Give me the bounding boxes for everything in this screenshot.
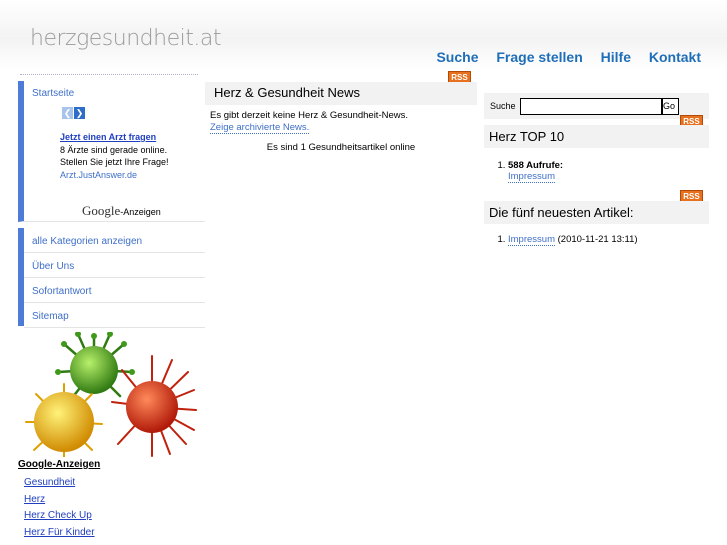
ad-title-link[interactable]: Jetzt einen Arzt fragen bbox=[60, 132, 156, 142]
no-news-text: Es gibt derzeit keine Herz & Gesundheit-… bbox=[210, 110, 409, 121]
chevron-left-icon[interactable]: ❮ bbox=[62, 107, 73, 119]
news-body: Es gibt derzeit keine Herz & Gesundheit-… bbox=[205, 110, 477, 134]
newest-section: Die fünf neuesten Artikel: Impressum (20… bbox=[484, 201, 709, 246]
nav-suche[interactable]: Suche bbox=[436, 49, 478, 65]
list-item: 588 Aufrufe: Impressum bbox=[508, 160, 709, 183]
sidebar-item-sofortantwort[interactable]: Sofortantwort bbox=[24, 278, 205, 303]
site-header: herzgesundheit.at Suche Frage stellen Hi… bbox=[0, 0, 727, 70]
nav-frage-stellen[interactable]: Frage stellen bbox=[496, 49, 582, 65]
chevron-right-icon[interactable]: ❯ bbox=[74, 107, 85, 119]
sidebar-item-sitemap[interactable]: Sitemap bbox=[24, 303, 205, 328]
google-logo: Google bbox=[82, 203, 121, 218]
newest-list: Impressum (2010-11-21 13:11) bbox=[484, 234, 709, 246]
sidebar-item-label[interactable]: Über Uns bbox=[24, 261, 74, 272]
nav-hilfe[interactable]: Hilfe bbox=[601, 49, 631, 65]
article-date: (2010-11-21 13:11) bbox=[557, 234, 638, 245]
ad-pager: ❮ ❯ bbox=[62, 107, 85, 125]
virus-illustration bbox=[25, 332, 197, 457]
ad-link-herz-check-up[interactable]: Herz Check Up bbox=[24, 508, 100, 525]
top10-title: Herz TOP 10 bbox=[484, 125, 709, 148]
nav-kontakt[interactable]: Kontakt bbox=[649, 49, 701, 65]
top10-list: 588 Aufrufe: Impressum bbox=[484, 160, 709, 183]
sidebar-item-kategorien[interactable]: alle Kategorien anzeigen bbox=[24, 228, 205, 253]
sidebar-menu: alle Kategorien anzeigen Über Uns Sofort… bbox=[18, 228, 205, 328]
sidebar-item-label[interactable]: alle Kategorien anzeigen bbox=[24, 236, 142, 247]
ad-link-herz-fuer-kinder[interactable]: Herz Für Kinder bbox=[24, 525, 100, 542]
divider bbox=[20, 74, 198, 75]
news-section: Herz & Gesundheit News Es gibt derzeit k… bbox=[205, 82, 477, 153]
search-input[interactable] bbox=[520, 98, 662, 115]
ad-link-herz[interactable]: Herz bbox=[24, 492, 100, 509]
top10-section: Herz TOP 10 588 Aufrufe: Impressum bbox=[484, 125, 709, 183]
article-count: Es sind 1 Gesundheitsartikel online bbox=[266, 142, 416, 153]
google-ads-heading[interactable]: Google-Anzeigen bbox=[18, 459, 100, 470]
google-ads-label[interactable]: Google-Anzeigen bbox=[82, 203, 161, 219]
sidebar-ad-block: Startseite ❮ ❯ Jetzt einen Arzt fragen 8 … bbox=[18, 81, 205, 222]
search-box: Suche Go bbox=[484, 93, 709, 119]
sidebar-item-ueber-uns[interactable]: Über Uns bbox=[24, 253, 205, 278]
yellow-virus bbox=[25, 383, 103, 457]
sidebar-ad: Jetzt einen Arzt fragen 8 Ärzte sind ger… bbox=[60, 131, 190, 181]
ad-url[interactable]: Arzt.JustAnswer.de bbox=[60, 170, 137, 180]
site-logo[interactable]: herzgesundheit.at bbox=[30, 26, 221, 51]
ad-body: 8 Ärzte sind gerade online. Stellen Sie … bbox=[60, 144, 169, 168]
article-link[interactable]: Impressum bbox=[508, 234, 555, 246]
sidebar-item-label[interactable]: Sofortantwort bbox=[24, 286, 91, 297]
archive-news-link[interactable]: Zeige archivierte News. bbox=[210, 122, 310, 134]
google-ads-suffix: -Anzeigen bbox=[120, 207, 161, 217]
green-virus bbox=[55, 332, 135, 400]
ad-link-gesundheit[interactable]: Gesundheit bbox=[24, 475, 100, 492]
newest-title: Die fünf neuesten Artikel: bbox=[484, 201, 709, 224]
views-count: 588 Aufrufe: bbox=[508, 160, 564, 171]
search-label: Suche bbox=[490, 101, 516, 111]
news-title: Herz & Gesundheit News bbox=[205, 82, 477, 105]
article-link[interactable]: Impressum bbox=[508, 171, 555, 183]
list-item: Impressum (2010-11-21 13:11) bbox=[508, 234, 709, 246]
go-button[interactable]: Go bbox=[662, 98, 679, 115]
google-ads-links: Google-Anzeigen Gesundheit Herz Herz Che… bbox=[18, 459, 100, 541]
sidebar-item-label[interactable]: Sitemap bbox=[24, 311, 69, 322]
top-navigation: Suche Frage stellen Hilfe Kontakt bbox=[422, 49, 701, 65]
sidebar-item-startseite[interactable]: Startseite bbox=[24, 88, 74, 99]
